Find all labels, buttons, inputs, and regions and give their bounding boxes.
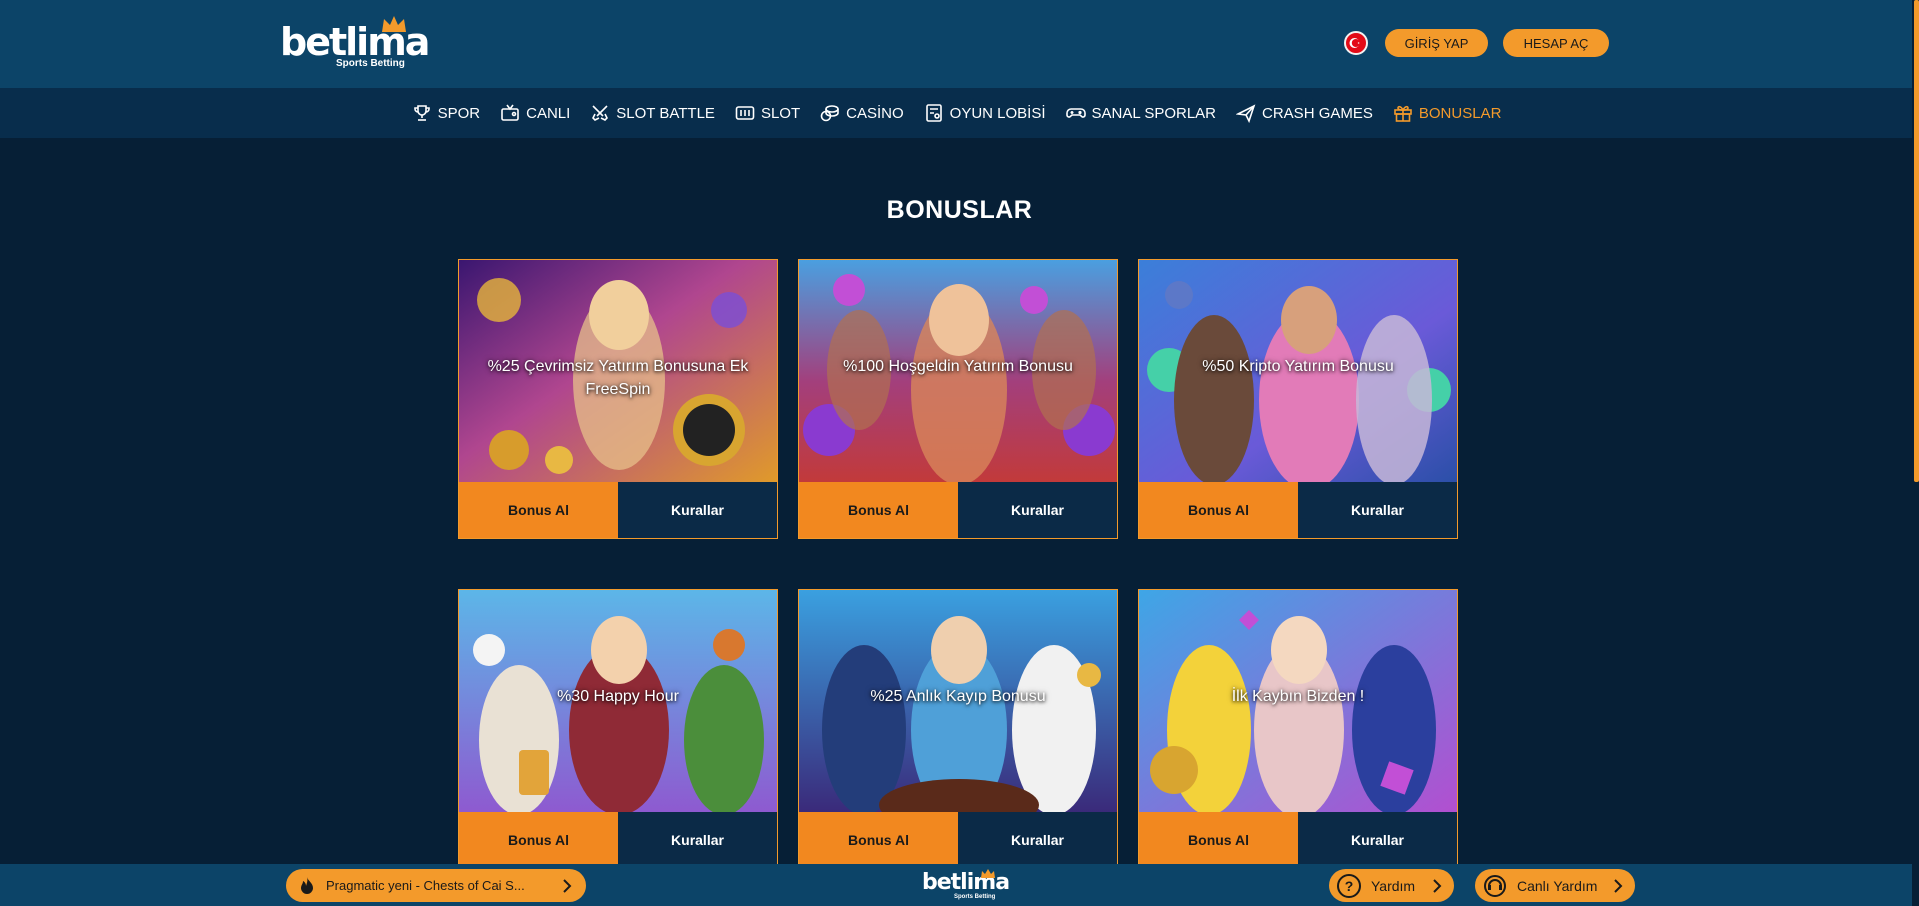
nav-item-slot-battle[interactable]: SLOT BATTLE	[590, 103, 715, 123]
chevron-right-icon	[1433, 878, 1442, 893]
nav-item-crash-games[interactable]: CRASH GAMES	[1236, 103, 1373, 123]
nav-item-slot[interactable]: SLOT	[735, 103, 800, 123]
site-header: betlima Sports Betting GİRİŞ YAP HESAP A…	[0, 0, 1919, 88]
gamepad-icon	[1065, 108, 1086, 118]
chevron-right-icon	[1614, 878, 1623, 893]
chevron-right-icon	[563, 878, 572, 893]
nav-item-oyun-lobisi[interactable]: OYUN LOBİSİ	[924, 103, 1046, 123]
scrollbar-thumb[interactable]	[1914, 0, 1919, 482]
get-bonus-button[interactable]: Bonus Al	[799, 482, 958, 538]
rules-button[interactable]: Kurallar	[618, 482, 777, 538]
game-lobby-icon	[925, 104, 942, 122]
news-ticker[interactable]: Pragmatic yeni - Chests of Cai S...	[286, 869, 586, 902]
crown-icon	[382, 16, 406, 32]
register-button[interactable]: HESAP AÇ	[1503, 29, 1609, 57]
brand-tagline: Sports Betting	[336, 58, 405, 69]
bottom-bar: Pragmatic yeni - Chests of Cai S... betl…	[0, 864, 1912, 906]
rules-button[interactable]: Kurallar	[1298, 812, 1457, 868]
get-bonus-button[interactable]: Bonus Al	[1139, 812, 1298, 868]
turkey-flag-icon	[1349, 38, 1360, 48]
crossed-swords-icon	[592, 105, 609, 121]
rules-button[interactable]: Kurallar	[958, 812, 1117, 868]
nav-item-canli[interactable]: CANLI	[500, 103, 570, 123]
live-support-icon	[1484, 874, 1506, 897]
rules-button[interactable]: Kurallar	[1298, 482, 1457, 538]
bonus-card-title: %30 Happy Hour	[557, 688, 679, 705]
nav-item-label: SLOT	[760, 104, 801, 122]
ticker-text: Pragmatic yeni - Chests of Cai S...	[326, 878, 525, 893]
get-bonus-button[interactable]: Bonus Al	[799, 812, 958, 868]
get-bonus-button[interactable]: Bonus Al	[459, 482, 618, 538]
nav-item-label: SANAL SPORLAR	[1091, 104, 1217, 122]
page-title: BONUSLAR	[886, 196, 1033, 224]
help-button[interactable]: ? Yardım	[1329, 869, 1454, 902]
bonus-card-actions: Bonus Al Kurallar	[1139, 482, 1457, 538]
nav-item-label: SPOR	[437, 104, 481, 122]
bonus-card: %25 Anlık Kayıp Bonusu Bonus Al Kurallar	[798, 589, 1118, 869]
question-icon: ?	[1337, 873, 1361, 898]
live-help-label: Canlı Yardım	[1517, 877, 1598, 894]
crown-icon	[981, 869, 995, 878]
bonus-card: %25 Çevrimsiz Yatırım Bonusuna Ek FreeSp…	[458, 259, 778, 539]
gift-icon	[1394, 105, 1412, 122]
casino-chips-icon	[820, 105, 839, 122]
bonus-card: %50 Kripto Yatırım Bonusu Bonus Al Kural…	[1138, 259, 1458, 539]
slot-machine-icon	[735, 106, 755, 120]
bonus-card-title: %100 Hoşgeldin Yatırım Bonusu	[843, 358, 1073, 375]
nav-item-sanal-sporlar[interactable]: SANAL SPORLAR	[1065, 103, 1217, 123]
bonus-card-actions: Bonus Al Kurallar	[1139, 812, 1457, 868]
live-tv-icon	[501, 104, 519, 121]
nav-item-casino[interactable]: CASİNO	[820, 103, 904, 123]
bonus-card-actions: Bonus Al Kurallar	[459, 482, 777, 538]
rules-button[interactable]: Kurallar	[958, 482, 1117, 538]
nav-item-label: CASİNO	[846, 104, 904, 122]
live-help-button[interactable]: Canlı Yardım	[1475, 869, 1635, 902]
get-bonus-button[interactable]: Bonus Al	[1139, 482, 1298, 538]
trophy-icon	[413, 105, 430, 121]
nav-item-spor[interactable]: SPOR	[412, 103, 481, 123]
nav-item-label: BONUSLAR	[1418, 104, 1502, 122]
footer-brand-logo[interactable]: betlima Sports Betting	[922, 868, 1010, 902]
bonus-card-title: %25 Çevrimsiz Yatırım Bonusuna Ek FreeSp…	[487, 358, 749, 398]
main-nav: SPOR CANLI SLOT BATTLE SLOT CASİNO OYUN …	[0, 88, 1919, 138]
nav-item-bonuslar[interactable]: BONUSLAR	[1393, 103, 1502, 123]
bonus-card: %100 Hoşgeldin Yatırım Bonusu Bonus Al K…	[798, 259, 1118, 539]
bonus-card-title: %50 Kripto Yatırım Bonusu	[1202, 358, 1394, 375]
nav-item-label: SLOT BATTLE	[616, 104, 715, 122]
bonus-card-actions: Bonus Al Kurallar	[459, 812, 777, 868]
get-bonus-button[interactable]: Bonus Al	[459, 812, 618, 868]
plane-icon	[1236, 104, 1256, 123]
nav-item-label: CANLI	[526, 104, 571, 122]
login-button[interactable]: GİRİŞ YAP	[1385, 29, 1488, 57]
footer-brand-tagline: Sports Betting	[954, 894, 996, 900]
bonus-card-title: İlk Kaybın Bizden !	[1231, 688, 1365, 705]
bonus-card: %30 Happy Hour Bonus Al Kurallar	[458, 589, 778, 869]
nav-item-label: OYUN LOBİSİ	[949, 104, 1046, 122]
bonus-card-actions: Bonus Al Kurallar	[799, 812, 1117, 868]
bonus-card-actions: Bonus Al Kurallar	[799, 482, 1117, 538]
page-scrollbar[interactable]	[1912, 0, 1919, 906]
bonus-card-title: %25 Anlık Kayıp Bonusu	[870, 688, 1046, 705]
fire-icon	[301, 876, 313, 894]
rules-button[interactable]: Kurallar	[618, 812, 777, 868]
language-flag-tr[interactable]	[1344, 31, 1368, 55]
help-label: Yardım	[1371, 877, 1416, 894]
bonus-card: İlk Kaybın Bizden ! Bonus Al Kurallar	[1138, 589, 1458, 869]
nav-item-label: CRASH GAMES	[1262, 104, 1373, 122]
brand-logo[interactable]: betlima Sports Betting	[280, 14, 430, 74]
